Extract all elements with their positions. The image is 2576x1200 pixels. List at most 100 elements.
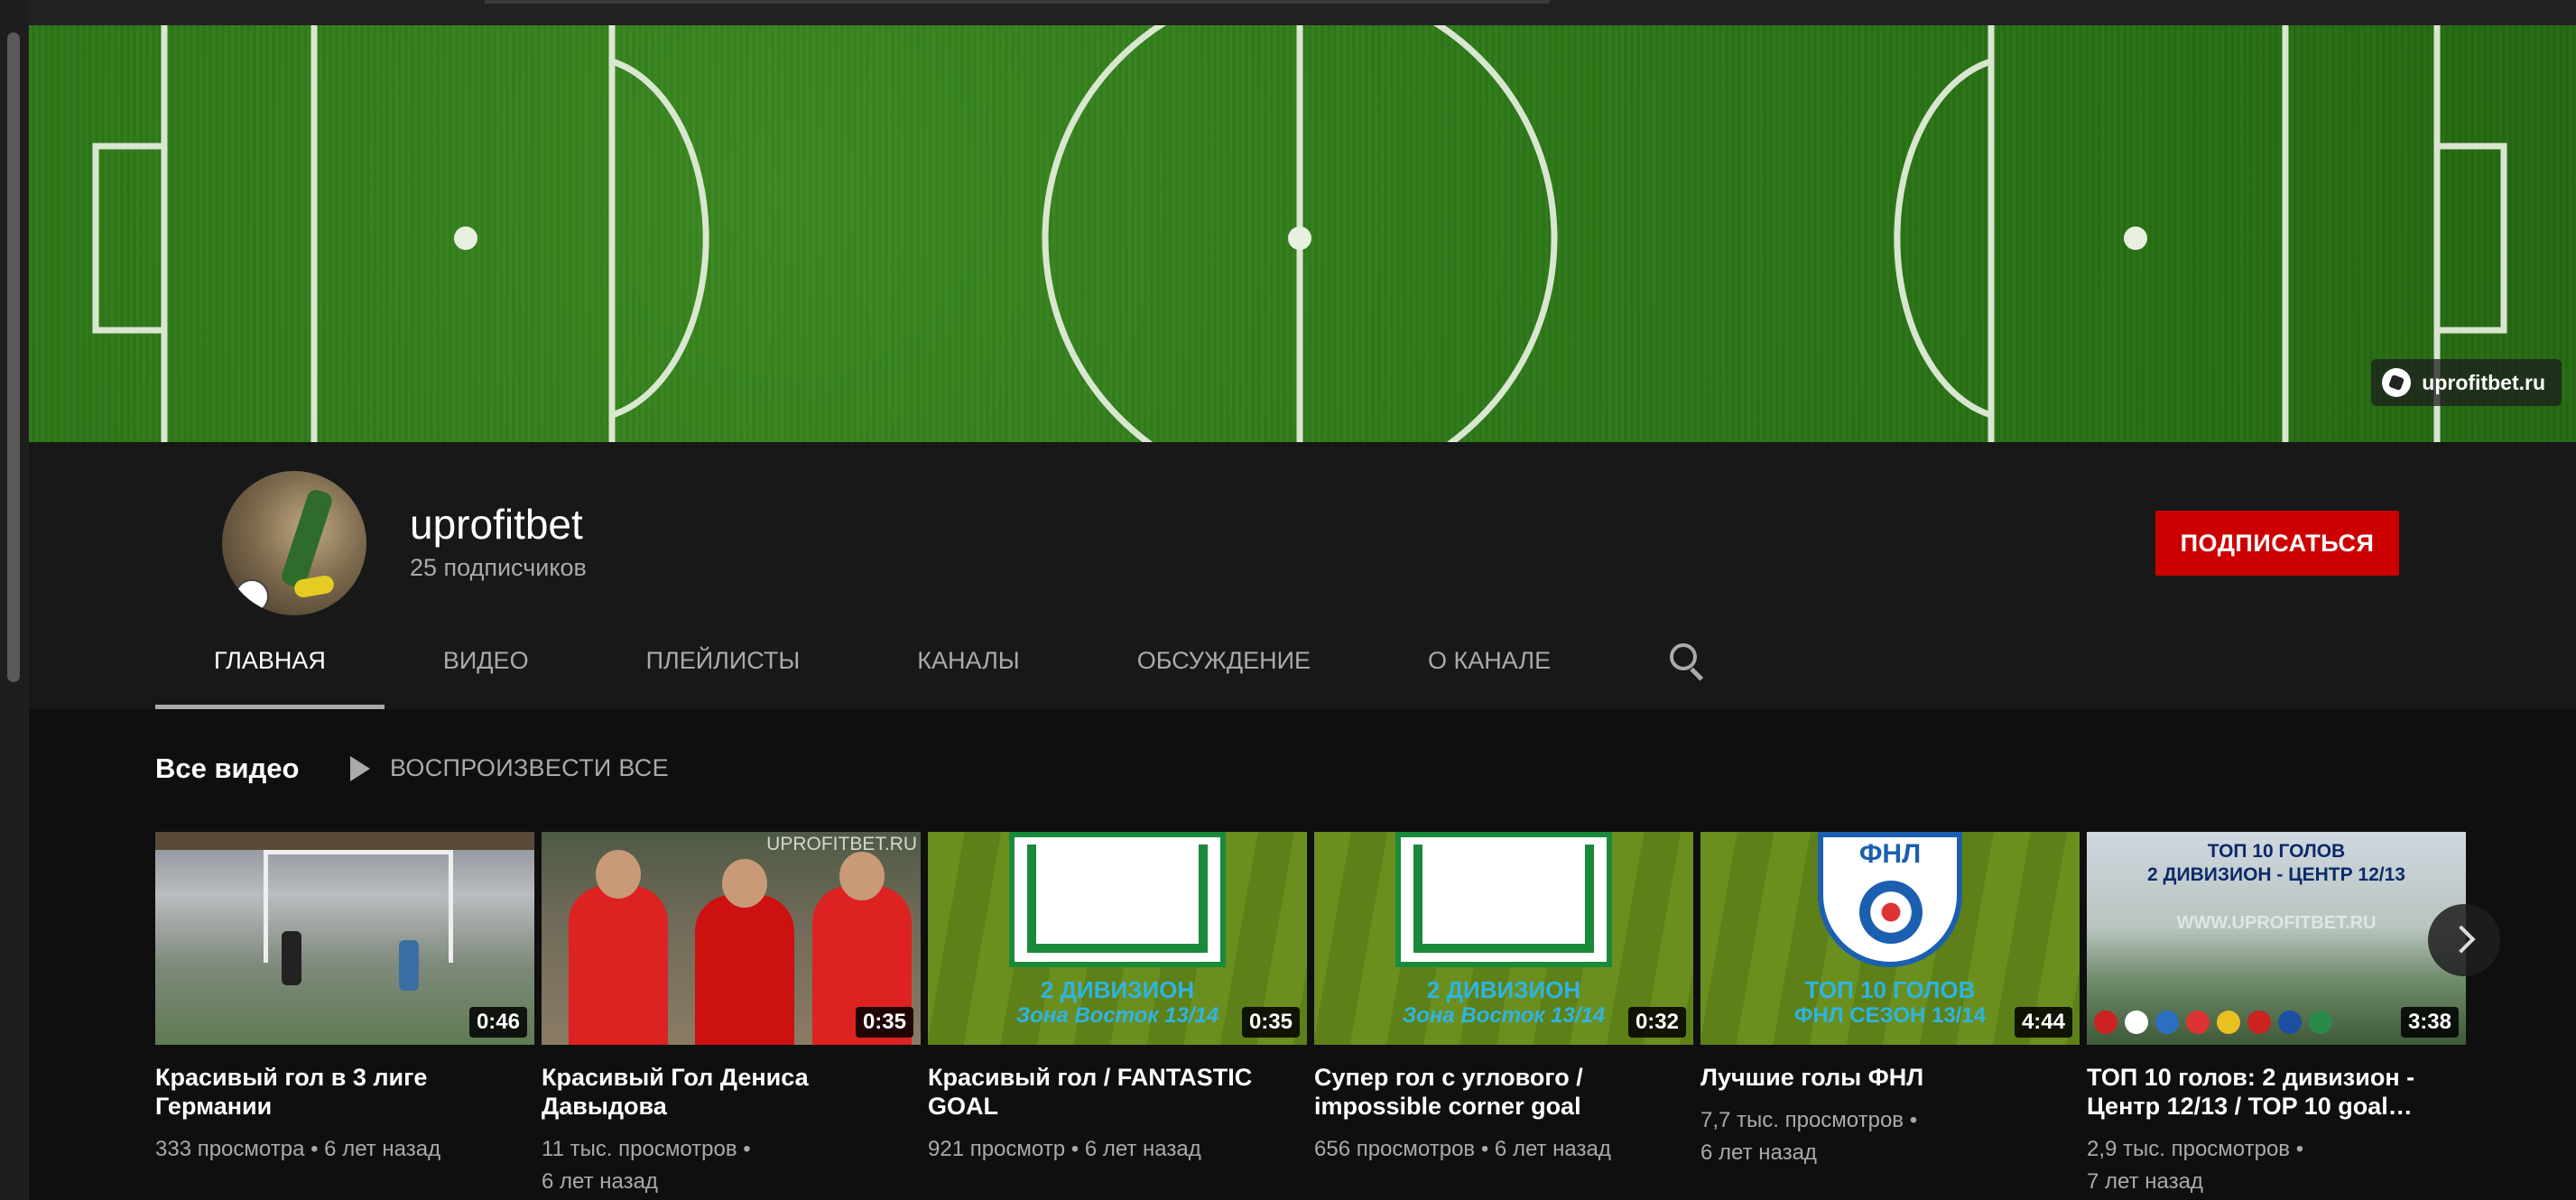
soccer-ball-icon	[1859, 881, 1923, 944]
stadium-stand	[155, 832, 534, 850]
thumb-caption: 2 ДИВИЗИОН	[1040, 976, 1195, 1003]
search-box-edge[interactable]	[485, 0, 1550, 4]
club-badge-icon	[2278, 1011, 2302, 1034]
section-title: Все видео	[155, 752, 300, 784]
player-head	[596, 850, 641, 899]
video-meta: 921 просмотр • 6 лет назад	[928, 1137, 1201, 1161]
avatar-leg	[279, 487, 335, 590]
video-age: 6 лет назад	[1084, 1137, 1201, 1161]
video-views: 333 просмотра	[155, 1137, 305, 1161]
video-thumbnail[interactable]: ФНЛ ТОП 10 ГОЛОВ ФНЛ СЕЗОН 13/14 4:44	[1700, 832, 2080, 1045]
thumb-caption: 2 ДИВИЗИОН	[1426, 976, 1581, 1003]
video-title[interactable]: Красивый Гол Дениса Давыдова	[542, 1063, 921, 1121]
video-age: 6 лет назад	[1494, 1137, 1611, 1161]
play-all-button[interactable]: ВОСПРОИЗВЕСТИ ВСЕ	[350, 754, 669, 782]
video-meta: 2,9 тыс. просмотров • 7 лет назад	[2087, 1137, 2304, 1194]
video-meta: 333 просмотра • 6 лет назад	[155, 1137, 441, 1161]
video-title[interactable]: Лучшие голы ФНЛ	[1700, 1063, 2080, 1092]
shelf-next-button[interactable]	[2428, 904, 2500, 976]
video-card[interactable]: 2 ДИВИЗИОН Зона Восток 13/14 0:32 Супер …	[1314, 832, 1693, 1166]
player-head	[722, 859, 767, 908]
video-thumbnail[interactable]: 2 ДИВИЗИОН Зона Восток 13/14 0:35	[928, 832, 1307, 1045]
video-duration: 0:32	[1627, 1007, 1686, 1038]
video-title[interactable]: Супер гол с углового / impossible corner…	[1314, 1063, 1693, 1121]
video-title[interactable]: Красивый гол в 3 лиге Германии	[155, 1063, 534, 1121]
video-duration: 0:35	[855, 1007, 913, 1038]
video-duration: 4:44	[2014, 1007, 2072, 1038]
video-age: 6 лет назад	[1700, 1140, 1817, 1165]
video-thumbnail[interactable]: ТОП 10 ГОЛОВ 2 ДИВИЗИОН - ЦЕНТР 12/13 WW…	[2087, 832, 2466, 1045]
play-all-label: ВОСПРОИЗВЕСТИ ВСЕ	[390, 754, 669, 781]
pfl-logo	[1395, 832, 1612, 967]
tab-home[interactable]: ГЛАВНАЯ	[155, 612, 385, 709]
video-views: 921 просмотр	[928, 1137, 1066, 1161]
club-badge-icon	[2186, 1011, 2210, 1034]
video-meta: 656 просмотров • 6 лет назад	[1314, 1137, 1611, 1161]
video-card[interactable]: ТОП 10 ГОЛОВ 2 ДИВИЗИОН - ЦЕНТР 12/13 WW…	[2087, 832, 2466, 1198]
video-card[interactable]: UPROFITBET.RU 0:35 Красивый Гол Дениса Д…	[542, 832, 921, 1198]
player-figure	[695, 895, 794, 1045]
player-figure	[399, 940, 419, 991]
player-figure	[569, 886, 668, 1045]
club-badges-row	[2094, 1011, 2365, 1036]
video-card[interactable]: 0:46 Красивый гол в 3 лиге Германии 333 …	[155, 832, 534, 1166]
watermark-text: uprofitbet.ru	[2422, 370, 2545, 394]
channel-avatar[interactable]	[222, 471, 366, 615]
video-views: 7,7 тыс. просмотров	[1700, 1108, 1904, 1132]
video-age: 7 лет назад	[2087, 1169, 2203, 1194]
video-views: 656 просмотров	[1314, 1137, 1476, 1161]
soccer-ball-icon	[2382, 368, 2412, 397]
tab-channels[interactable]: КАНАЛЫ	[858, 612, 1078, 709]
video-shelf: 0:46 Красивый гол в 3 лиге Германии 333 …	[155, 832, 2466, 1200]
club-badge-icon	[2309, 1011, 2332, 1034]
video-meta: 7,7 тыс. просмотров • 6 лет назад	[1700, 1108, 1918, 1165]
channel-banner: uprofitbet.ru	[29, 25, 2576, 442]
video-thumbnail[interactable]: 2 ДИВИЗИОН Зона Восток 13/14 0:32	[1314, 832, 1693, 1045]
video-meta: 11 тыс. просмотров • 6 лет назад	[542, 1137, 751, 1194]
video-thumbnail[interactable]: 0:46	[155, 832, 534, 1045]
thumb-caption: ТОП 10 ГОЛОВ	[2207, 841, 2346, 862]
tab-videos[interactable]: ВИДЕО	[385, 612, 588, 709]
club-badge-icon	[2217, 1011, 2240, 1034]
page-scrollbar[interactable]	[0, 0, 29, 1200]
video-title[interactable]: ТОП 10 голов: 2 дивизион - Центр 12/13 /…	[2087, 1063, 2466, 1121]
tab-about[interactable]: О КАНАЛЕ	[1369, 612, 1609, 709]
video-views: 11 тыс. просмотров	[542, 1137, 737, 1161]
thumb-watermark: UPROFITBET.RU	[766, 834, 917, 854]
pfl-logo	[1009, 832, 1226, 967]
video-duration: 0:35	[1241, 1007, 1300, 1038]
video-card[interactable]: ФНЛ ТОП 10 ГОЛОВ ФНЛ СЕЗОН 13/14 4:44 Лу…	[1700, 832, 2080, 1169]
club-badge-icon	[2094, 1011, 2117, 1034]
play-icon	[350, 755, 370, 781]
player-figure	[282, 931, 301, 985]
video-duration: 0:46	[468, 1007, 527, 1038]
video-duration: 3:38	[2400, 1007, 2459, 1038]
tab-playlists[interactable]: ПЛЕЙЛИСТЫ	[588, 612, 859, 709]
thumb-watermark: WWW.UPROFITBET.RU	[2176, 913, 2377, 933]
fnl-shield-icon: ФНЛ	[1818, 832, 1962, 967]
scrollbar-thumb[interactable]	[7, 32, 20, 682]
tab-discussion[interactable]: ОБСУЖДЕНИЕ	[1079, 612, 1369, 709]
video-age: 6 лет назад	[324, 1137, 441, 1161]
channel-name: uprofitbet	[410, 501, 583, 548]
video-card[interactable]: 2 ДИВИЗИОН Зона Восток 13/14 0:35 Красив…	[928, 832, 1307, 1166]
video-title[interactable]: Красивый гол / FANTASTIC GOAL	[928, 1063, 1307, 1121]
video-views: 2,9 тыс. просмотров	[2087, 1137, 2291, 1161]
thumb-caption: ТОП 10 ГОЛОВ	[1804, 976, 1976, 1003]
thumb-subcaption: 2 ДИВИЗИОН - ЦЕНТР 12/13	[2147, 864, 2405, 885]
club-badge-icon	[2125, 1011, 2148, 1034]
video-thumbnail[interactable]: UPROFITBET.RU 0:35	[542, 832, 921, 1045]
avatar-ball	[235, 579, 269, 614]
football-pitch-lines	[92, 25, 2507, 442]
video-age: 6 лет назад	[542, 1169, 658, 1194]
channel-header: uprofitbet 25 подписчиков ПОДПИСАТЬСЯ ГЛ…	[29, 442, 2576, 709]
subscribe-button[interactable]: ПОДПИСАТЬСЯ	[2155, 511, 2399, 576]
banner-watermark-link[interactable]: uprofitbet.ru	[2371, 359, 2562, 406]
search-icon[interactable]	[1668, 642, 1706, 679]
subscriber-count: 25 подписчиков	[410, 554, 587, 581]
fnl-logo-text: ФНЛ	[1858, 839, 1922, 869]
player-head	[839, 852, 885, 900]
top-bar	[29, 0, 2576, 25]
club-badge-icon	[2155, 1011, 2179, 1034]
club-badge-icon	[2247, 1011, 2271, 1034]
